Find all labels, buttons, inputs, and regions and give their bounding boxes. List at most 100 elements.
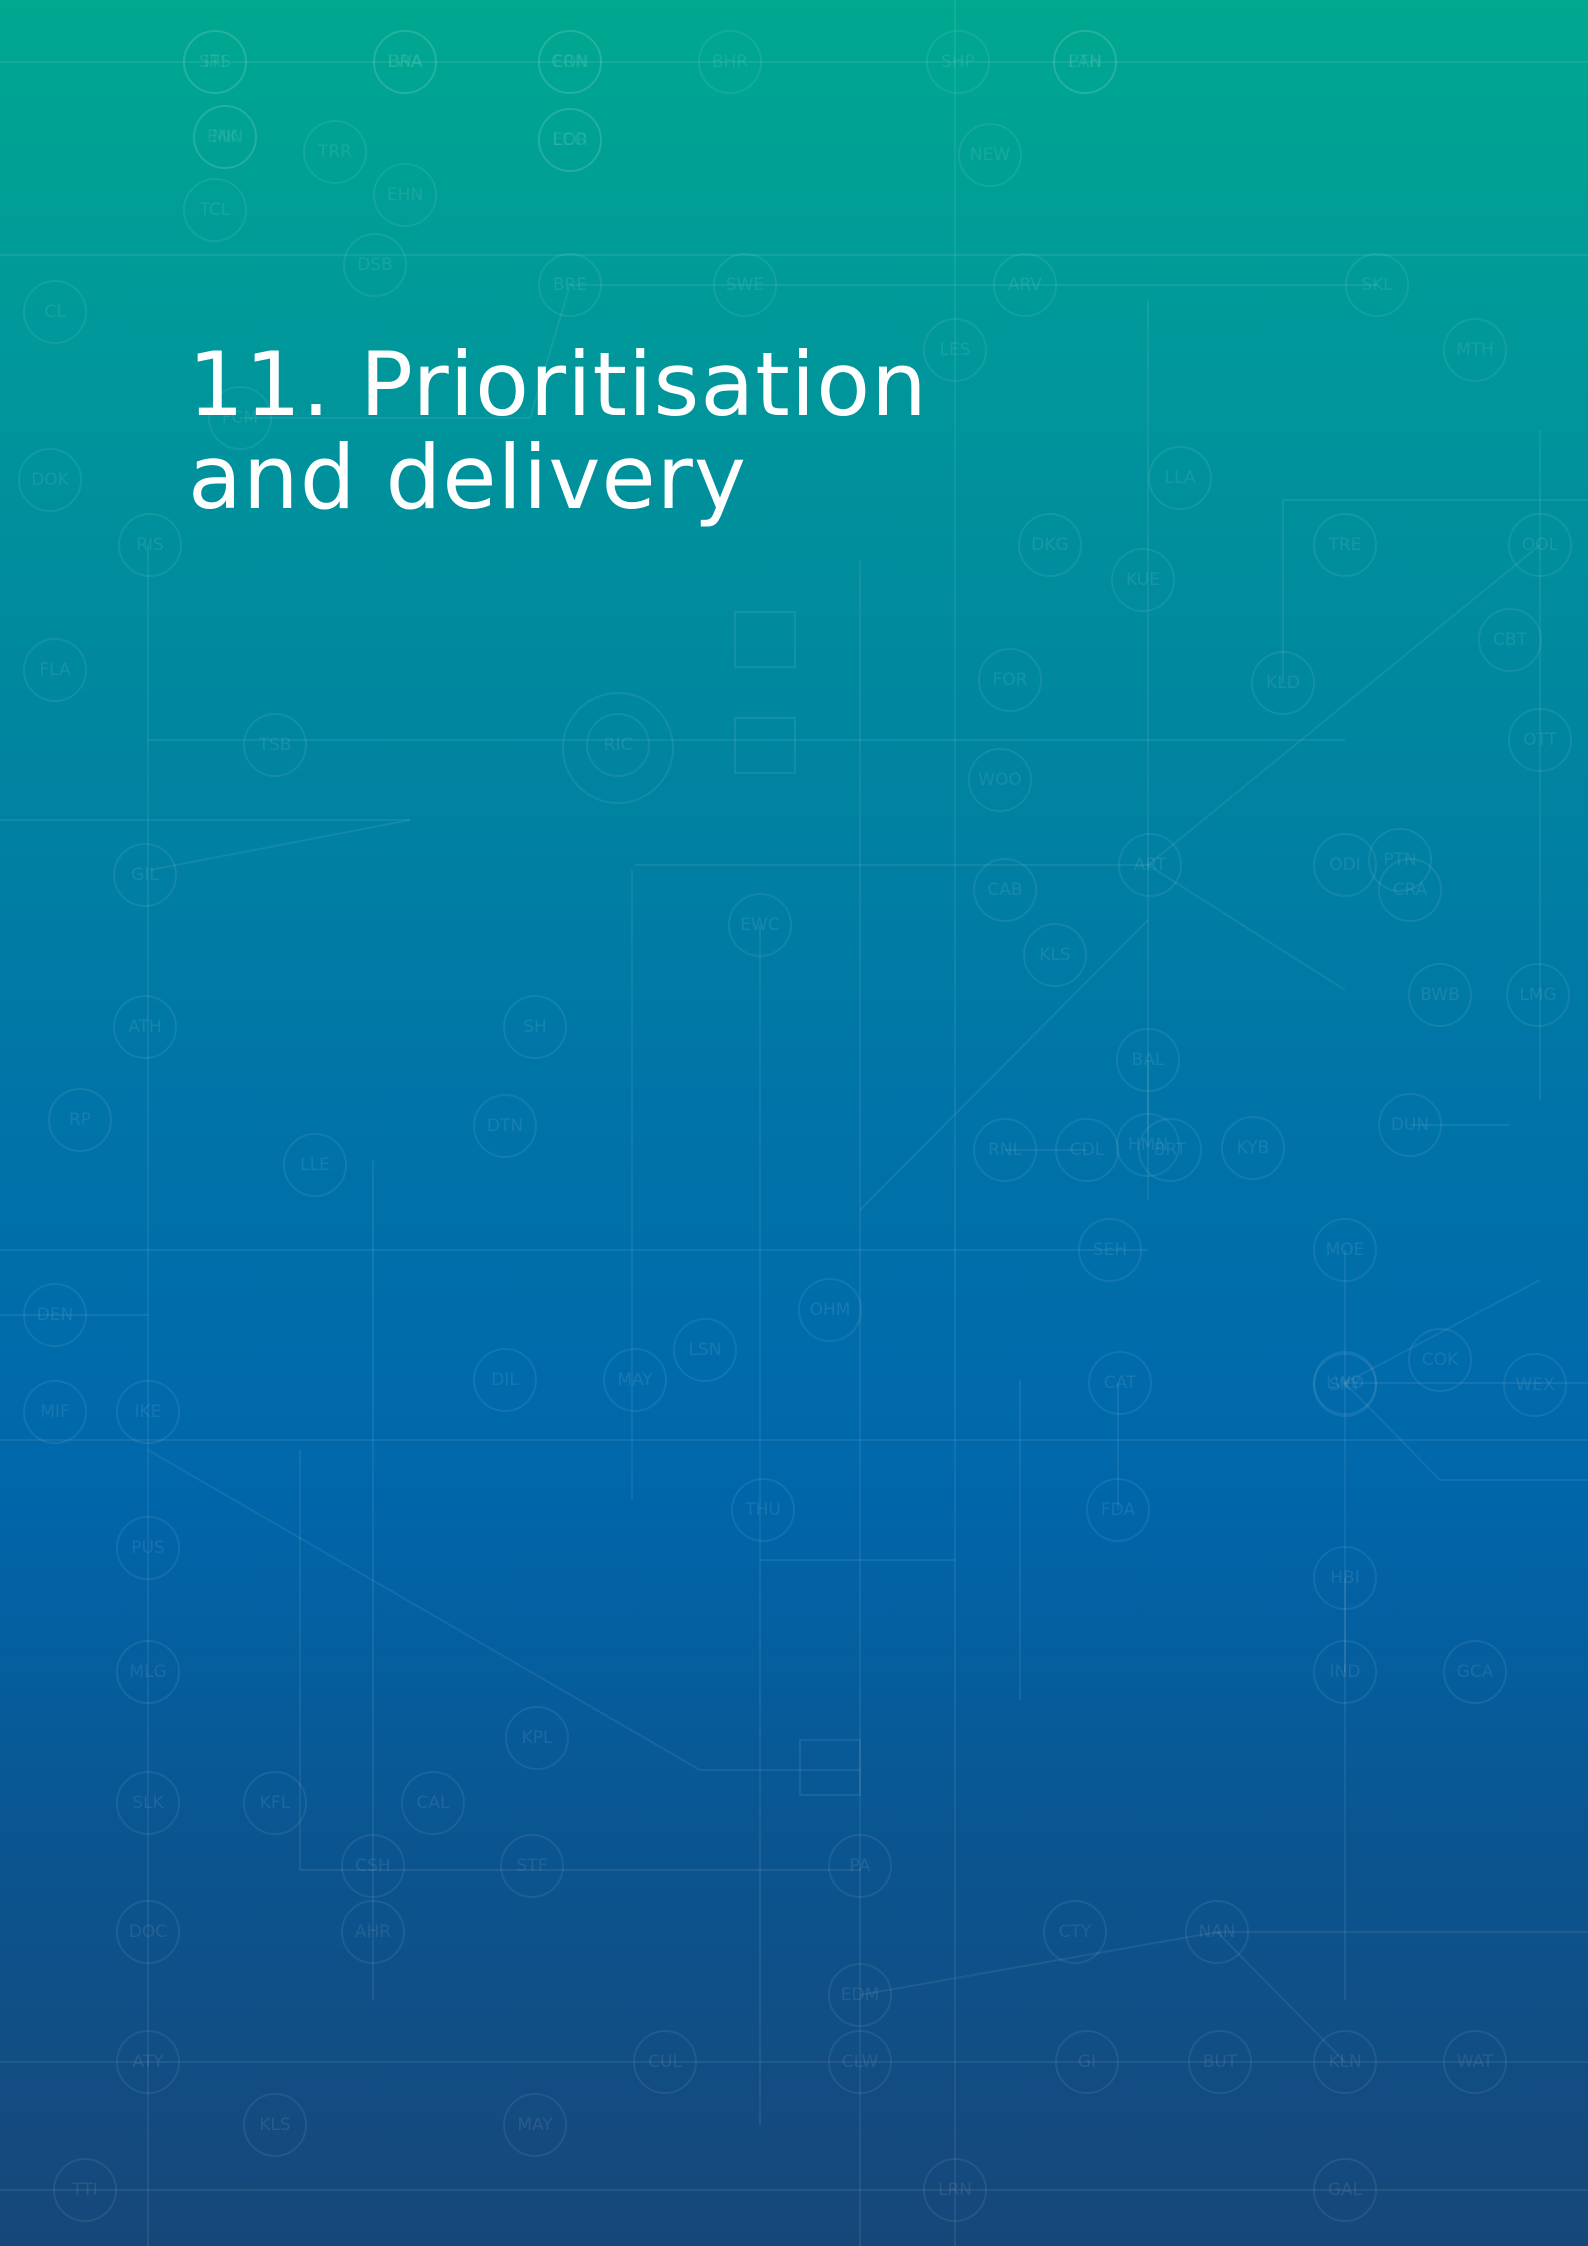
network-node: GIL xyxy=(113,843,177,907)
network-node: MIF xyxy=(23,1380,87,1444)
svg-text:OOL: OOL xyxy=(1522,535,1559,555)
svg-text:TCL: TCL xyxy=(199,200,231,220)
svg-text:LRN: LRN xyxy=(938,2180,972,2200)
svg-text:SHP: SHP xyxy=(941,52,975,72)
svg-text:MOE: MOE xyxy=(1326,1240,1365,1260)
svg-text:MIF: MIF xyxy=(40,1402,69,1422)
network-node: LLE xyxy=(283,1133,347,1197)
network-line xyxy=(1344,1382,1441,1481)
network-node: BWB xyxy=(1408,963,1472,1027)
network-node: MAY xyxy=(503,2093,567,2157)
svg-text:CDL: CDL xyxy=(1070,1140,1105,1160)
network-node: DOK xyxy=(18,448,82,512)
svg-text:DOK: DOK xyxy=(31,470,69,490)
svg-text:LES: LES xyxy=(939,340,970,360)
svg-text:CLW: CLW xyxy=(842,2052,879,2072)
svg-text:SWE: SWE xyxy=(726,275,764,295)
svg-text:RIC: RIC xyxy=(604,735,633,755)
svg-text:WAT: WAT xyxy=(1457,2052,1494,2072)
svg-text:THU: THU xyxy=(744,1500,781,1520)
svg-text:ATH: ATH xyxy=(128,1017,161,1037)
network-node: ATH xyxy=(113,995,177,1059)
network-node: STF xyxy=(500,1834,564,1898)
svg-text:GAL: GAL xyxy=(1328,2180,1363,2200)
network-node: RIC xyxy=(586,713,650,777)
svg-text:CUL: CUL xyxy=(648,2052,682,2072)
svg-text:FLA: FLA xyxy=(39,660,71,680)
network-node: CAL xyxy=(401,1771,465,1835)
svg-text:TRE: TRE xyxy=(1328,535,1362,555)
network-node: CTY xyxy=(1043,1900,1107,1964)
svg-text:EWC: EWC xyxy=(740,915,779,935)
svg-text:KLS: KLS xyxy=(259,2115,290,2135)
svg-text:EDM: EDM xyxy=(841,1985,880,2005)
svg-text:BWB: BWB xyxy=(1420,985,1460,1005)
network-node: SH xyxy=(503,995,567,1059)
svg-text:AHR: AHR xyxy=(355,1922,391,1942)
network-node: KYB xyxy=(1221,1116,1285,1180)
svg-text:CAL: CAL xyxy=(417,1793,450,1813)
network-node: CAB xyxy=(973,858,1037,922)
svg-text:TSB: TSB xyxy=(258,735,292,755)
svg-text:NAN: NAN xyxy=(1198,1922,1235,1942)
network-line xyxy=(859,1931,1218,1996)
svg-text:IRI: IRI xyxy=(204,52,226,72)
svg-text:RIS: RIS xyxy=(136,535,164,555)
svg-text:DSB: DSB xyxy=(357,255,393,275)
svg-text:HBI: HBI xyxy=(1330,1568,1359,1588)
network-node: RIS xyxy=(118,513,182,577)
svg-text:ENN: ENN xyxy=(207,127,243,147)
svg-text:LLA: LLA xyxy=(1165,468,1196,488)
network-node: MAY xyxy=(603,1348,667,1412)
svg-text:KYB: KYB xyxy=(1237,1138,1270,1158)
network-node: THU xyxy=(731,1478,795,1542)
svg-text:ODI: ODI xyxy=(1329,855,1361,875)
network-node: KLS xyxy=(243,2093,307,2157)
svg-text:DKG: DKG xyxy=(1031,535,1068,555)
svg-text:LMG: LMG xyxy=(1519,985,1556,1005)
svg-text:LCO: LCO xyxy=(553,130,588,150)
section-title-line-1: 11. Prioritisation xyxy=(188,333,928,436)
svg-text:KUE: KUE xyxy=(1126,570,1160,590)
network-line xyxy=(1216,1931,1346,2063)
network-line xyxy=(1147,864,1346,991)
network-node: KFL xyxy=(243,1771,307,1835)
network-node: WOO xyxy=(968,748,1032,812)
network-node: ENN xyxy=(193,105,257,169)
network-node: CBT xyxy=(1478,608,1542,672)
svg-text:BAL: BAL xyxy=(1132,1050,1165,1070)
network-node: KLS xyxy=(1023,923,1087,987)
svg-text:MLG: MLG xyxy=(129,1662,166,1682)
svg-text:PTH: PTH xyxy=(1068,52,1101,72)
svg-text:BRE: BRE xyxy=(553,275,587,295)
network-node: TRR xyxy=(303,120,367,184)
svg-text:MAY: MAY xyxy=(517,2115,553,2135)
svg-text:KLN: KLN xyxy=(1328,2052,1361,2072)
svg-text:ARV: ARV xyxy=(1008,275,1043,295)
network-node: COK xyxy=(1408,1328,1472,1392)
network-node: LSN xyxy=(673,1318,737,1382)
network-node: TSB xyxy=(243,713,307,777)
network-node: NEW xyxy=(958,123,1022,187)
svg-text:MAY: MAY xyxy=(617,1370,653,1390)
svg-text:CBT: CBT xyxy=(1493,630,1528,650)
svg-text:BRT: BRT xyxy=(1154,1140,1187,1160)
network-node: GCA xyxy=(1443,1640,1507,1704)
network-node: TRE xyxy=(1313,513,1377,577)
svg-text:DIL: DIL xyxy=(491,1370,519,1390)
svg-text:DTN: DTN xyxy=(487,1116,523,1136)
svg-text:TRR: TRR xyxy=(317,142,352,162)
network-node: KPL xyxy=(505,1706,569,1770)
network-node: KUE xyxy=(1111,548,1175,612)
svg-text:SKL: SKL xyxy=(1361,275,1393,295)
network-node: MTH xyxy=(1443,318,1507,382)
svg-text:PA: PA xyxy=(850,1856,871,1876)
network-node: FLA xyxy=(23,638,87,702)
svg-text:GI: GI xyxy=(1078,2052,1096,2072)
network-node: LLA xyxy=(1148,446,1212,510)
network-node: RP xyxy=(48,1088,112,1152)
svg-text:DOC: DOC xyxy=(129,1922,167,1942)
svg-text:TTI: TTI xyxy=(71,2180,97,2200)
svg-text:STF: STF xyxy=(517,1856,548,1876)
svg-text:BRA: BRA xyxy=(388,52,423,72)
